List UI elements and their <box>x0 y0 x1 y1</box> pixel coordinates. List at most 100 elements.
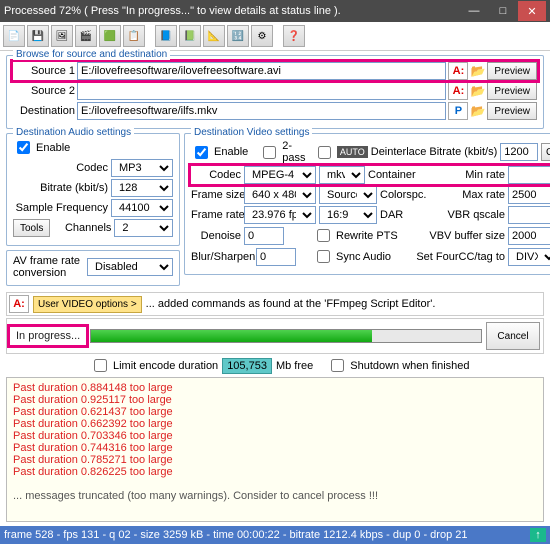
destination-folder-icon[interactable]: 📂 <box>470 104 485 118</box>
console-line: Past duration 0.621437 too large <box>13 406 537 418</box>
source2-a-icon[interactable]: A: <box>448 82 468 100</box>
dar-label: DAR <box>380 209 403 221</box>
video-vbv-label: VBV buffer size <box>425 230 505 242</box>
console-line: Past duration 0.703346 too large <box>13 430 537 442</box>
video-enable-checkbox[interactable]: Enable <box>191 143 248 162</box>
console-line: Past duration 0.826225 too large <box>13 466 537 478</box>
status-text: frame 528 - fps 131 - q 02 - size 3259 k… <box>4 529 467 541</box>
source1-label: Source 1 <box>13 65 75 77</box>
maximize-button[interactable]: □ <box>489 1 517 21</box>
avfr-fieldset: AV frame rate conversion Disabled <box>6 250 180 286</box>
tool-icon-2[interactable]: 💾 <box>27 25 49 47</box>
console-line: Past duration 0.925117 too large <box>13 394 537 406</box>
tool-icon-10[interactable]: 🔢 <box>227 25 249 47</box>
video-frate-label: Frame rate <box>191 209 241 221</box>
limit-duration-checkbox[interactable]: Limit encode duration <box>90 356 218 375</box>
video-denoise-label: Denoise <box>191 230 241 242</box>
source1-folder-icon[interactable]: 📂 <box>470 64 485 78</box>
video-fsize-label: Frame size <box>191 189 241 201</box>
tool-icon-4[interactable]: 🎬 <box>75 25 97 47</box>
tool-icon-6[interactable]: 📋 <box>123 25 145 47</box>
video-bitrate-input[interactable] <box>500 143 538 161</box>
audio-enable-checkbox[interactable]: Enable <box>13 138 173 157</box>
video-aspect-select[interactable]: 16:9 <box>319 206 377 224</box>
destination-p-icon[interactable]: P <box>448 102 468 120</box>
video-blur-label: Blur/Sharpen <box>191 251 253 263</box>
options-a-icon[interactable]: A: <box>9 295 29 313</box>
console-output: Past duration 0.884148 too large Past du… <box>6 377 544 522</box>
video-fourcc-label: Set FourCC/tag to <box>413 251 505 263</box>
minimize-button[interactable]: — <box>460 1 488 21</box>
audio-legend: Destination Audio settings <box>13 127 134 138</box>
video-minrate-input[interactable] <box>508 166 550 184</box>
tool-icon-5[interactable]: 🟩 <box>99 25 121 47</box>
video-codec-select[interactable]: MPEG-4 <box>244 166 316 184</box>
video-fourcc-select[interactable]: DIVX <box>508 248 550 266</box>
video-vbv-input[interactable] <box>508 227 550 245</box>
audio-channels-select[interactable]: 2 <box>114 219 173 237</box>
console-line: Past duration 0.884148 too large <box>13 382 537 394</box>
audio-sample-select[interactable]: 44100 <box>111 199 173 217</box>
video-auto-checkbox[interactable]: AUTO <box>314 143 368 162</box>
mbfree-value: 105,753 <box>222 358 272 374</box>
tool-icon-3[interactable]: 🖼 <box>51 25 73 47</box>
video-blur-input[interactable] <box>256 248 296 266</box>
source1-input[interactable] <box>77 62 446 80</box>
audio-bitrate-label: Bitrate (kbit/s) <box>13 182 108 194</box>
options-added-text: ... added commands as found at the 'FFmp… <box>146 298 436 310</box>
statusbar: frame 528 - fps 131 - q 02 - size 3259 k… <box>0 526 550 544</box>
video-fsize-mode-select[interactable]: Source <box>319 186 377 204</box>
browse-fieldset: Browse for source and destination Source… <box>6 55 544 129</box>
video-minrate-label: Min rate <box>433 169 505 181</box>
title-text: Processed 72% ( Press "In progress..." t… <box>4 5 460 17</box>
destination-input[interactable] <box>77 102 446 120</box>
video-denoise-input[interactable] <box>244 227 284 245</box>
toolbar: 📄 💾 🖼 🎬 🟩 📋 📘 📗 📐 🔢 ⚙ ❓ <box>0 22 550 51</box>
limit-row: Limit encode duration 105,753 Mb free Sh… <box>6 356 544 375</box>
destination-row: Destination P 📂 Preview <box>13 102 537 120</box>
in-progress-button[interactable]: In progress... <box>10 327 86 345</box>
source1-row: Source 1 A: 📂 Preview <box>13 62 537 80</box>
video-vbr-input[interactable] <box>508 206 550 224</box>
video-vbr-label: VBR qscale <box>433 209 505 221</box>
source2-input[interactable] <box>77 82 446 100</box>
close-button[interactable]: ✕ <box>518 1 546 21</box>
tool-icon-1[interactable]: 📄 <box>3 25 25 47</box>
video-maxrate-input[interactable] <box>508 186 550 204</box>
audio-codec-label: Codec <box>13 162 108 174</box>
tool-icon-9[interactable]: 📐 <box>203 25 225 47</box>
status-arrow-icon[interactable]: ↑ <box>530 528 546 542</box>
video-bitrate-label: Bitrate (kbit/s) <box>429 146 497 158</box>
source2-row: Source 2 A: 📂 Preview <box>13 82 537 100</box>
video-bitrate-c-button[interactable]: C <box>541 143 550 161</box>
tool-icon-8[interactable]: 📗 <box>179 25 201 47</box>
avfr-select[interactable]: Disabled <box>87 258 173 276</box>
avfr-label: AV frame rate conversion <box>13 255 83 279</box>
titlebar: Processed 72% ( Press "In progress..." t… <box>0 0 550 22</box>
video-2pass-checkbox[interactable]: 2-pass <box>259 140 311 164</box>
shutdown-checkbox[interactable]: Shutdown when finished <box>327 356 469 375</box>
destination-preview-button[interactable]: Preview <box>487 102 537 120</box>
browse-legend: Browse for source and destination <box>13 49 170 60</box>
source1-preview-button[interactable]: Preview <box>487 62 537 80</box>
source2-folder-icon[interactable]: 📂 <box>470 84 485 98</box>
tool-icon-11[interactable]: ⚙ <box>251 25 273 47</box>
sync-audio-checkbox[interactable]: Sync Audio <box>313 247 391 266</box>
audio-tools-button[interactable]: Tools <box>13 219 50 237</box>
user-video-options-button[interactable]: User VIDEO options > <box>33 296 142 313</box>
audio-bitrate-select[interactable]: 128 <box>111 179 173 197</box>
rewrite-pts-checkbox[interactable]: Rewrite PTS <box>313 226 398 245</box>
video-fsize-select[interactable]: 640 x 480 <box>244 186 316 204</box>
video-codec-label: Codec <box>191 169 241 181</box>
video-maxrate-label: Max rate <box>433 189 505 201</box>
tool-icon-12[interactable]: ❓ <box>283 25 305 47</box>
cancel-button[interactable]: Cancel <box>486 322 540 350</box>
video-container-select[interactable]: mkv <box>319 166 365 184</box>
source1-a-icon[interactable]: A: <box>448 62 468 80</box>
video-frate-select[interactable]: 23.976 fps <box>244 206 316 224</box>
destination-label: Destination <box>13 105 75 117</box>
source2-preview-button[interactable]: Preview <box>487 82 537 100</box>
container-label: Container <box>368 169 416 181</box>
audio-codec-select[interactable]: MP3 <box>111 159 173 177</box>
tool-icon-7[interactable]: 📘 <box>155 25 177 47</box>
